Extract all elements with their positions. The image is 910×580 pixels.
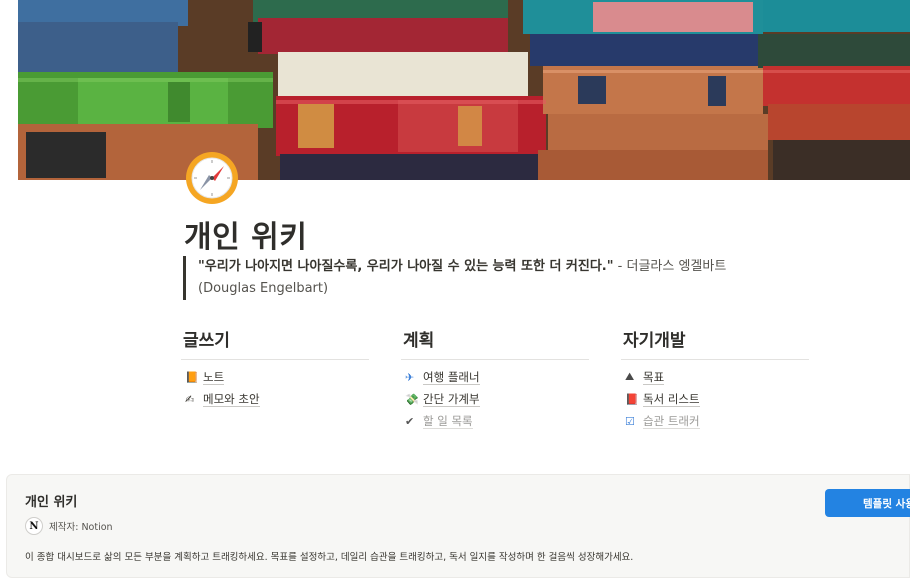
checkmark-icon: ✔ — [405, 414, 415, 428]
page-link-label[interactable]: 할 일 목록 — [423, 414, 473, 429]
page-link-label[interactable]: 간단 가계부 — [423, 392, 480, 407]
page-link-label[interactable]: 노트 — [203, 370, 225, 385]
template-description: 이 종합 대시보드로 삶의 모든 부분을 계획하고 트래킹하세요. 목표를 설정… — [25, 552, 634, 563]
airplane-icon: ✈ — [405, 370, 415, 384]
page-title[interactable]: 개인 위키 — [184, 212, 307, 256]
page-link-label[interactable]: 독서 리스트 — [643, 392, 700, 407]
creator-info: N 제작자: Notion — [25, 517, 113, 535]
column-heading: 계획 — [401, 326, 589, 360]
page-link-label[interactable]: 여행 플래너 — [423, 370, 480, 385]
money-wings-icon: 💸 — [405, 392, 419, 406]
notion-logo-icon: N — [25, 517, 43, 535]
page-link-label[interactable]: 습관 트래커 — [643, 414, 700, 429]
cover-image — [18, 0, 910, 180]
column-writing: 글쓰기 📙 노트 ✍ 메모와 초안 — [181, 326, 369, 410]
use-template-button[interactable]: 템플릿 사용 — [825, 489, 910, 517]
notebook-icon: 📙 — [185, 370, 199, 384]
red-book-icon: 📕 — [625, 392, 639, 406]
page-link-goals[interactable]: ⛰ 목표 — [621, 366, 809, 388]
creator-label: 제작자: Notion — [49, 522, 113, 533]
page-link-travel-planner[interactable]: ✈ 여행 플래너 — [401, 366, 589, 388]
quote-author: - 더글라스 엥겔바트 — [613, 259, 727, 274]
template-info-card: 개인 위키 N 제작자: Notion 이 종합 대시보드로 삶의 모든 부분을… — [6, 474, 910, 578]
page-link-budget[interactable]: 💸 간단 가계부 — [401, 388, 589, 410]
page-link-notes[interactable]: 📙 노트 — [181, 366, 369, 388]
column-self-development: 자기개발 ⛰ 목표 📕 독서 리스트 ☑ 습관 트래커 — [621, 326, 809, 432]
page-link-habit-tracker[interactable]: ☑ 습관 트래커 — [621, 410, 809, 432]
page-link-reading-list[interactable]: 📕 독서 리스트 — [621, 388, 809, 410]
page-link-label[interactable]: 메모와 초안 — [203, 392, 260, 407]
column-heading: 글쓰기 — [181, 326, 369, 360]
page-link-memos[interactable]: ✍ 메모와 초안 — [181, 388, 369, 410]
page-link-label[interactable]: 목표 — [643, 370, 665, 385]
checkbox-icon: ☑ — [625, 414, 635, 428]
template-title: 개인 위키 — [25, 495, 78, 510]
compass-icon[interactable] — [184, 150, 240, 206]
quote-author-english: (Douglas Engelbart) — [198, 281, 329, 296]
writing-hand-icon: ✍ — [185, 392, 195, 406]
column-heading: 자기개발 — [621, 326, 809, 360]
page-link-todo[interactable]: ✔ 할 일 목록 — [401, 410, 589, 432]
column-planning: 계획 ✈ 여행 플래너 💸 간단 가계부 ✔ 할 일 목록 — [401, 326, 589, 432]
quote-text: "우리가 나아지면 나아질수록, 우리가 나아질 수 있는 능력 또한 더 커진… — [198, 259, 614, 274]
mountain-icon: ⛰ — [625, 370, 635, 383]
quote-block: "우리가 나아지면 나아질수록, 우리가 나아질 수 있는 능력 또한 더 커진… — [183, 256, 783, 300]
